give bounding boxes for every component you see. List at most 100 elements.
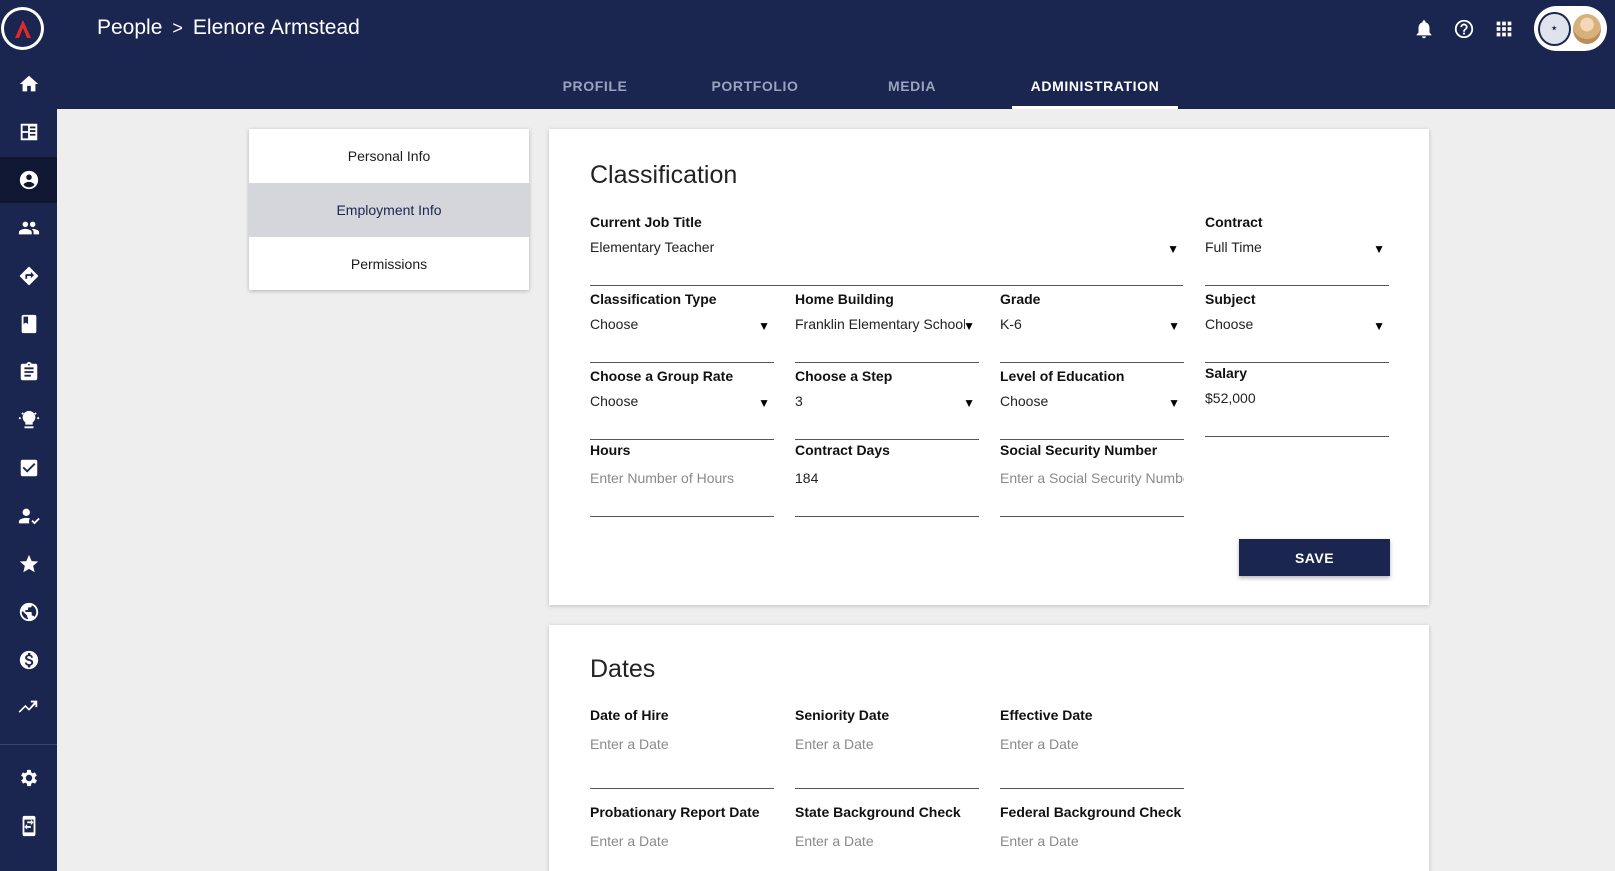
subject-label: Subject [1205, 291, 1256, 307]
seniority-date-label: Seniority Date [795, 707, 890, 723]
effective-date-field[interactable]: Effective Date [1000, 707, 1184, 789]
side-menu-employment-info[interactable]: Employment Info [249, 183, 529, 237]
effective-date-label: Effective Date [1000, 707, 1093, 723]
directions-icon[interactable] [0, 253, 57, 299]
contract-value: Full Time [1205, 239, 1262, 255]
current-job-title-value: Elementary Teacher [590, 239, 715, 255]
star-icon[interactable] [0, 541, 57, 587]
contract-days-field[interactable]: Contract Days 184 [795, 442, 979, 517]
chevron-down-icon: ▼ [758, 319, 770, 333]
dates-card: Dates Date of Hire Seniority Date Effect… [549, 625, 1429, 871]
side-menu-personal-info[interactable]: Personal Info [249, 129, 529, 183]
rail-divider [0, 744, 57, 745]
tab-administration[interactable]: ADMINISTRATION [1012, 62, 1178, 109]
home-building-label: Home Building [795, 291, 894, 307]
date-of-hire-field[interactable]: Date of Hire [590, 707, 774, 789]
side-menu: Personal Info Employment Info Permission… [249, 129, 529, 290]
left-nav-rail [0, 0, 57, 871]
probationary-report-date-field[interactable]: Probationary Report Date [590, 804, 774, 871]
salary-value: $52,000 [1205, 390, 1256, 406]
hours-input[interactable] [590, 470, 760, 486]
side-menu-permissions[interactable]: Permissions [249, 237, 529, 291]
chevron-down-icon: ▼ [758, 396, 770, 410]
state-background-check-label: State Background Check [795, 804, 961, 820]
top-bar: People > Elenore Armstead ★ PROFILE PORT… [57, 0, 1615, 109]
account-avatar-pill[interactable]: ★ [1534, 6, 1607, 51]
tab-bar: PROFILE PORTFOLIO MEDIA ADMINISTRATION [57, 62, 1615, 109]
trending-icon[interactable] [0, 685, 57, 731]
help-icon[interactable] [1444, 6, 1484, 51]
group-rate-select[interactable]: Choose a Group Rate Choose ▼ [590, 368, 774, 440]
state-background-check-field[interactable]: State Background Check [795, 804, 979, 871]
salary-label: Salary [1205, 365, 1248, 381]
group-rate-value: Choose [590, 393, 639, 409]
ssn-label: Social Security Number [1000, 442, 1158, 458]
effective-date-input[interactable] [1000, 736, 1170, 752]
federal-background-check-label: Federal Background Check [1000, 804, 1182, 820]
seniority-date-field[interactable]: Seniority Date [795, 707, 979, 789]
date-of-hire-input[interactable] [590, 736, 760, 752]
breadcrumb-separator: > [172, 17, 183, 38]
save-button[interactable]: SAVE [1239, 539, 1390, 576]
tab-portfolio[interactable]: PORTFOLIO [685, 62, 825, 109]
classification-card: Classification Current Job Title Element… [549, 129, 1429, 605]
home-building-value: Franklin Elementary School [795, 316, 965, 332]
home-icon[interactable] [0, 61, 57, 107]
app-logo[interactable] [1, 7, 44, 50]
seniority-date-input[interactable] [795, 736, 965, 752]
checkbox-icon[interactable] [0, 445, 57, 491]
date-of-hire-label: Date of Hire [590, 707, 669, 723]
federal-background-check-input[interactable] [1000, 833, 1170, 849]
tab-profile[interactable]: PROFILE [535, 62, 655, 109]
education-level-label: Level of Education [1000, 368, 1125, 384]
classification-type-value: Choose [590, 316, 639, 332]
probationary-report-date-label: Probationary Report Date [590, 804, 760, 820]
federal-background-check-field[interactable]: Federal Background Check [1000, 804, 1184, 871]
probationary-report-date-input[interactable] [590, 833, 760, 849]
settings-icon[interactable] [0, 755, 57, 801]
current-job-title-select[interactable]: Current Job Title Elementary Teacher ▼ [590, 214, 1183, 286]
ssn-field[interactable]: Social Security Number [1000, 442, 1184, 517]
chevron-down-icon: ▼ [963, 396, 975, 410]
tab-media[interactable]: MEDIA [857, 62, 967, 109]
top-icons: ★ [1404, 6, 1615, 51]
account-circle-icon[interactable] [0, 157, 57, 203]
home-building-select[interactable]: Home Building Franklin Elementary School… [795, 291, 979, 363]
education-level-select[interactable]: Level of Education Choose ▼ [1000, 368, 1184, 440]
globe-icon[interactable] [0, 589, 57, 635]
group-rate-label: Choose a Group Rate [590, 368, 734, 384]
step-value: 3 [795, 393, 803, 409]
salary-field[interactable]: Salary $52,000 [1205, 365, 1389, 437]
step-select[interactable]: Choose a Step 3 ▼ [795, 368, 979, 440]
grade-select[interactable]: Grade K-6 ▼ [1000, 291, 1184, 363]
mobile-icon[interactable] [0, 803, 57, 849]
people-icon[interactable] [0, 205, 57, 251]
classification-title: Classification [590, 161, 738, 189]
subject-value: Choose [1205, 316, 1254, 332]
chevron-down-icon: ▼ [1167, 242, 1179, 256]
chevron-down-icon: ▼ [1168, 319, 1180, 333]
hours-label: Hours [590, 442, 631, 458]
grade-label: Grade [1000, 291, 1041, 307]
hours-field[interactable]: Hours [590, 442, 774, 517]
chevron-down-icon: ▼ [1373, 242, 1385, 256]
breadcrumb-current: Elenore Armstead [192, 16, 360, 39]
book-icon[interactable] [0, 301, 57, 347]
classification-type-select[interactable]: Classification Type Choose ▼ [590, 291, 774, 363]
bell-icon[interactable] [1404, 6, 1444, 51]
school-avatar: ★ [1538, 11, 1571, 46]
dashboard-icon[interactable] [0, 109, 57, 155]
ssn-input[interactable] [1000, 470, 1184, 486]
assignment-icon[interactable] [0, 349, 57, 395]
lightbulb-icon[interactable] [0, 397, 57, 443]
person-check-icon[interactable] [0, 493, 57, 539]
apps-grid-icon[interactable] [1484, 6, 1524, 51]
step-label: Choose a Step [795, 368, 893, 384]
contract-select[interactable]: Contract Full Time ▼ [1205, 214, 1389, 286]
subject-select[interactable]: Subject Choose ▼ [1205, 291, 1389, 363]
classification-type-label: Classification Type [590, 291, 717, 307]
breadcrumb-root[interactable]: People [97, 16, 162, 40]
dollar-icon[interactable] [0, 637, 57, 683]
contract-label: Contract [1205, 214, 1263, 230]
state-background-check-input[interactable] [795, 833, 965, 849]
